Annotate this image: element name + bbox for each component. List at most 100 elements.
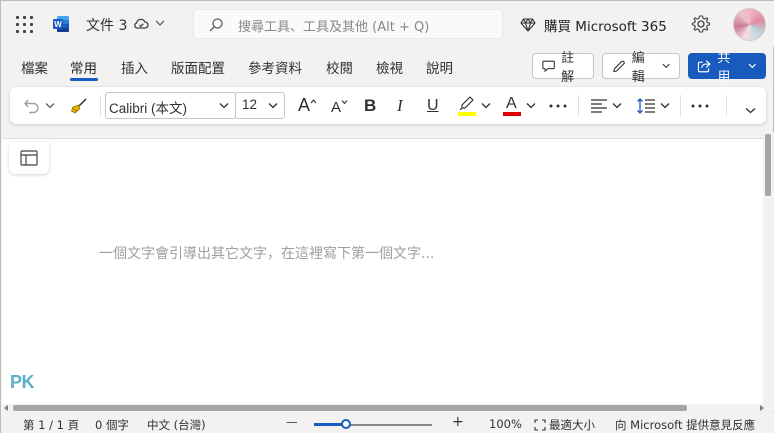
- highlight-color-button[interactable]: [457, 87, 491, 124]
- chevron-down-icon: [481, 103, 491, 109]
- horizontal-scrollbar[interactable]: [2, 404, 774, 412]
- font-color-button[interactable]: A: [502, 87, 536, 124]
- scroll-left-icon[interactable]: [4, 405, 8, 411]
- align-left-icon: [591, 98, 607, 113]
- gear-icon[interactable]: [691, 14, 711, 34]
- format-painter-button[interactable]: [70, 87, 88, 124]
- horizontal-scroll-thumb[interactable]: [13, 405, 687, 411]
- more-paragraph-options-button[interactable]: [691, 87, 709, 124]
- tab-home[interactable]: 常用: [70, 57, 97, 77]
- toolbar-divider: [578, 95, 579, 116]
- chevron-down-icon: [268, 103, 278, 109]
- editing-label: 編輯: [631, 51, 645, 85]
- chevron-down-icon: [45, 103, 55, 109]
- chevron-down-icon[interactable]: [155, 19, 165, 27]
- buy-microsoft365-button[interactable]: 購買 Microsoft 365: [520, 15, 667, 35]
- word-count[interactable]: 0 個字: [95, 417, 129, 433]
- diamond-icon: [520, 18, 536, 32]
- caret-up-icon: [310, 98, 317, 103]
- shrink-font-glyph: A: [331, 98, 342, 116]
- font-name-dropdown[interactable]: Calibri (本文): [105, 92, 236, 119]
- share-button[interactable]: 共用: [688, 51, 766, 85]
- fit-to-window-button[interactable]: 最適大小: [534, 417, 595, 433]
- zoom-out-button[interactable]: —: [286, 415, 298, 429]
- vertical-scroll-thumb[interactable]: [765, 134, 771, 196]
- bold-button[interactable]: B: [364, 87, 376, 124]
- language-indicator[interactable]: 中文 (台灣): [147, 417, 206, 433]
- share-label: 共用: [717, 51, 731, 85]
- font-color-glyph: A: [506, 94, 517, 112]
- more-font-options-button[interactable]: [549, 87, 567, 124]
- zoom-level[interactable]: 100%: [489, 417, 522, 431]
- grow-font-glyph: A: [298, 95, 311, 115]
- vertical-scrollbar[interactable]: [763, 132, 774, 404]
- chevron-down-icon: [745, 108, 756, 114]
- font-color-swatch: A: [502, 95, 522, 117]
- expand-ribbon-button[interactable]: [745, 92, 756, 129]
- tab-file[interactable]: 檔案: [21, 57, 48, 77]
- undo-button[interactable]: [23, 87, 55, 124]
- highlighter-icon: [458, 95, 476, 116]
- comment-icon: [542, 60, 555, 73]
- line-spacing-button[interactable]: [636, 87, 670, 124]
- search-placeholder: 搜尋工具、工具及其他 (Alt + Q): [238, 20, 430, 35]
- search-box[interactable]: 搜尋工具、工具及其他 (Alt + Q): [193, 9, 503, 39]
- line-spacing-icon: [637, 97, 655, 114]
- toolbar-divider: [100, 95, 101, 116]
- tab-insert[interactable]: 插入: [121, 57, 148, 77]
- svg-text:W: W: [54, 20, 62, 29]
- tab-references[interactable]: 參考資料: [248, 57, 302, 77]
- share-icon: [697, 60, 711, 73]
- toolbar-divider: [726, 95, 727, 116]
- zoom-slider-thumb[interactable]: [340, 419, 351, 429]
- app-launcher-icon[interactable]: [16, 16, 34, 34]
- chevron-down-icon: [219, 103, 229, 109]
- navigation-pane-button[interactable]: [9, 142, 49, 174]
- title-bar: W 文件 3 搜尋工具、工具及其他 (Alt + Q) 購買 Microsoft…: [1, 1, 774, 47]
- chevron-down-icon: [660, 103, 670, 109]
- feedback-link[interactable]: 向 Microsoft 提供意見反應: [615, 417, 755, 433]
- italic-button[interactable]: I: [397, 87, 403, 124]
- scroll-right-icon[interactable]: [760, 405, 764, 411]
- chevron-down-icon: [662, 63, 670, 69]
- cloud-saved-icon[interactable]: [133, 17, 149, 31]
- font-color-bar: [503, 111, 521, 116]
- tab-view[interactable]: 檢視: [376, 57, 403, 77]
- fit-label: 最適大小: [549, 418, 595, 432]
- zoom-in-button[interactable]: +: [452, 414, 464, 430]
- ribbon-tabs: 檔案 常用 插入 版面配置 參考資料 校閱 檢視 說明 註解 編輯 共用: [1, 51, 774, 85]
- chevron-down-icon: [612, 103, 622, 109]
- underline-button[interactable]: U: [427, 87, 439, 124]
- buy-label: 購買 Microsoft 365: [544, 19, 667, 35]
- italic-glyph: I: [397, 95, 403, 115]
- alignment-button[interactable]: [590, 87, 622, 124]
- tab-help[interactable]: 說明: [426, 57, 453, 77]
- more-icon: [691, 104, 709, 107]
- user-avatar[interactable]: [733, 8, 766, 41]
- paintbrush-icon: [71, 97, 87, 113]
- editing-mode-button[interactable]: 編輯: [602, 51, 680, 85]
- toolbar-divider: [680, 95, 681, 116]
- app-window: W 文件 3 搜尋工具、工具及其他 (Alt + Q) 購買 Microsoft…: [0, 0, 774, 433]
- chevron-down-icon: [526, 103, 536, 109]
- document-title[interactable]: 文件 3: [86, 15, 127, 35]
- font-size-dropdown[interactable]: 12: [235, 92, 285, 119]
- comments-label: 註解: [561, 51, 575, 85]
- comments-button[interactable]: 註解: [532, 51, 594, 85]
- bold-glyph: B: [364, 95, 377, 115]
- chevron-down-icon: [748, 63, 757, 69]
- document-canvas[interactable]: 一個文字會引導出其它文字，在這裡寫下第一個文字... PK: [2, 138, 763, 404]
- shrink-font-button[interactable]: A: [331, 87, 348, 124]
- fit-icon: [534, 419, 546, 431]
- status-bar: 第 1 / 1 頁 0 個字 中文 (台灣) — + 100% 最適大小 向 M…: [1, 413, 774, 433]
- more-icon: [549, 104, 567, 107]
- tab-review[interactable]: 校閱: [326, 57, 353, 77]
- tab-layout[interactable]: 版面配置: [171, 57, 225, 77]
- font-name-value: Calibri (本文): [109, 101, 188, 116]
- font-size-value: 12: [242, 97, 258, 112]
- home-ribbon-toolbar: Calibri (本文) 12 A A B I U A: [10, 87, 766, 124]
- caret-down-icon: [341, 99, 348, 104]
- underline-glyph: U: [427, 96, 439, 114]
- grow-font-button[interactable]: A: [298, 87, 317, 124]
- document-placeholder[interactable]: 一個文字會引導出其它文字，在這裡寫下第一個文字...: [99, 243, 434, 263]
